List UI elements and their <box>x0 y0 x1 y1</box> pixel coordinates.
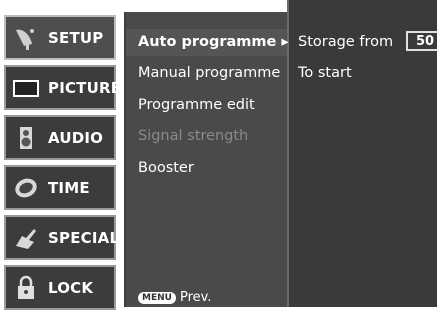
storage-from-label: Storage from <box>298 34 394 50</box>
sidebar-item-label: SETUP <box>48 28 104 47</box>
menu-item-signal-strength: Signal strength <box>138 128 249 144</box>
sidebar-item-label: LOCK <box>48 278 94 297</box>
sidebar-item-label: TIME <box>48 178 90 197</box>
footer-prev-label: Prev. <box>179 290 212 305</box>
sidebar-item-lock[interactable]: LOCK <box>4 265 116 310</box>
footer: MENU Prev. <box>138 290 211 305</box>
to-start-button[interactable]: To start <box>298 65 352 81</box>
menu-item-booster[interactable]: Booster <box>138 160 194 176</box>
satellite-dish-icon <box>12 24 40 52</box>
sidebar-item-picture[interactable]: PICTURE <box>4 65 121 110</box>
hand-icon <box>12 224 40 252</box>
sidebar-item-label: SPECIAL <box>48 228 120 247</box>
tv-screen-icon <box>12 74 40 102</box>
sidebar-item-audio[interactable]: AUDIO <box>4 115 116 160</box>
sidebar: SETUP PICTURE AUDIO TIME SPECIAL LOCK <box>0 12 121 310</box>
menu-item-programme-edit[interactable]: Programme edit <box>138 97 255 113</box>
menu-item-manual-programme[interactable]: Manual programme <box>138 65 280 81</box>
speaker-icon <box>12 124 40 152</box>
sidebar-item-special[interactable]: SPECIAL <box>4 215 120 260</box>
sidebar-item-time[interactable]: TIME <box>4 165 116 210</box>
menu-item-auto-programme[interactable]: Auto programme ▸ <box>138 34 289 50</box>
sidebar-item-label: AUDIO <box>48 128 104 147</box>
clock-icon <box>12 174 40 202</box>
sidebar-item-label: PICTURE <box>48 78 122 97</box>
menu-key-icon: MENU <box>138 291 176 304</box>
sidebar-item-setup[interactable]: SETUP <box>4 15 116 60</box>
storage-from-value[interactable]: 50 <box>406 31 437 51</box>
padlock-icon <box>12 274 40 302</box>
